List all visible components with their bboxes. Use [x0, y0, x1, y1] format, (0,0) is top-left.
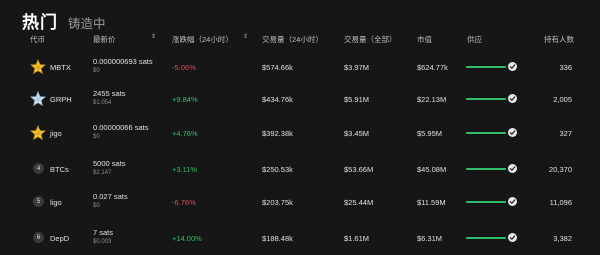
- token-volume-all: $3.45M: [344, 129, 370, 138]
- token-name[interactable]: ligo: [50, 198, 62, 207]
- token-change: +14.00%: [172, 234, 202, 243]
- tab-minting[interactable]: 铸造中: [68, 13, 106, 32]
- token-holders: 336: [559, 63, 572, 72]
- supply-progress-bar: [466, 201, 506, 203]
- token-holders: 2,005: [553, 95, 572, 104]
- token-change: -5.06%: [172, 63, 196, 72]
- token-price: 0.00000066 sats: [93, 123, 149, 132]
- token-volume-all: $53.66M: [344, 165, 374, 174]
- token-holders: 3,382: [553, 234, 572, 243]
- token-volume-24h: $250.53k: [262, 165, 293, 174]
- tab-bar: 热门 铸造中: [22, 8, 106, 33]
- table-row[interactable]: 4 BTCs 5000 sats $2.147 +3.11% $250.53k $53.66…: [0, 154, 600, 184]
- token-market-cap: $45.08M: [417, 165, 447, 174]
- header-holders[interactable]: 持有人数: [544, 34, 574, 45]
- rank-badge: 5: [33, 196, 44, 207]
- tab-hot[interactable]: 热门: [22, 8, 58, 33]
- supply-progress-bar: [466, 237, 506, 239]
- header-volume-all[interactable]: 交易量（全部）: [344, 34, 397, 45]
- header-volume-24h[interactable]: 交易量（24小时）: [262, 34, 323, 45]
- token-market-cap: $6.31M: [417, 234, 443, 243]
- token-change: +4.76%: [172, 129, 198, 138]
- check-icon: [508, 62, 517, 71]
- token-price: 7 sats: [93, 228, 114, 237]
- token-price-usd: $0: [93, 134, 100, 140]
- check-icon: [508, 197, 517, 206]
- token-holders: 20,370: [549, 165, 572, 174]
- token-volume-all: $3.97M: [344, 63, 370, 72]
- token-volume-24h: $188.48k: [262, 234, 293, 243]
- token-price: 2455 sats: [93, 89, 126, 98]
- token-name[interactable]: jigo: [50, 129, 62, 138]
- table-header: 代币 最新价 ⇕ 涨跌幅（24小时） ⇕ 交易量（24小时） 交易量（全部） 市…: [0, 34, 600, 48]
- token-price-usd: $0: [93, 68, 100, 74]
- check-icon: [508, 164, 517, 173]
- star-coin-blue-icon: [30, 91, 46, 107]
- token-market-cap: $624.77k: [417, 63, 448, 72]
- header-price[interactable]: 最新价: [93, 34, 116, 45]
- supply-progress-bar: [466, 98, 506, 100]
- star-coin-gold-icon: [30, 59, 46, 75]
- check-icon: [508, 94, 517, 103]
- token-price-usd: $1.054: [93, 100, 112, 106]
- token-holders: 11,096: [549, 198, 572, 207]
- token-volume-all: $5.91M: [344, 95, 370, 104]
- supply-progress-bar: [466, 168, 506, 170]
- header-supply[interactable]: 供应: [467, 34, 482, 45]
- header-token: 代币: [30, 35, 45, 44]
- rank-badge: 4: [33, 163, 44, 174]
- token-price: 0.027 sats: [93, 192, 128, 201]
- token-name[interactable]: BTCs: [50, 165, 69, 174]
- check-icon: [508, 128, 517, 137]
- token-market-cap: $5.95M: [417, 129, 443, 138]
- token-holders: 327: [559, 129, 572, 138]
- token-volume-24h: $434.76k: [262, 95, 293, 104]
- header-change[interactable]: 涨跌幅（24小时）: [172, 34, 233, 45]
- token-price-usd: $0.003: [93, 239, 112, 245]
- supply-progress-bar: [466, 132, 506, 134]
- token-volume-24h: $392.38k: [262, 129, 293, 138]
- token-market-cap: $11.59M: [417, 198, 446, 207]
- token-market-cap: $22.13M: [417, 95, 447, 104]
- table-row[interactable]: 6 DepD 7 sats $0.003 +14.00% $188.48k $1.61M $6…: [0, 223, 600, 253]
- sort-change-icon[interactable]: ⇕: [243, 34, 248, 40]
- token-change: -6.76%: [172, 198, 196, 207]
- token-change: +3.11%: [172, 165, 198, 174]
- token-name[interactable]: MBTX: [50, 63, 71, 72]
- token-volume-all: $25.44M: [344, 198, 374, 207]
- token-price-usd: $0: [93, 203, 100, 209]
- header-market-cap[interactable]: 市值: [417, 34, 432, 45]
- table-row[interactable]: GRPH 2455 sats $1.054 +9.84% $434.76k $5.91M $…: [0, 84, 600, 114]
- token-volume-24h: $203.75k: [262, 198, 293, 207]
- table-row[interactable]: MBTX 0.000000693 sats $0 -5.06% $574.66k $3.9…: [0, 52, 600, 82]
- token-change: +9.84%: [172, 95, 198, 104]
- supply-progress-bar: [466, 66, 506, 68]
- sort-price-icon[interactable]: ⇕: [151, 34, 156, 40]
- token-price-usd: $2.147: [93, 170, 112, 176]
- token-volume-all: $1.61M: [344, 234, 370, 243]
- rank-badge: 6: [33, 232, 44, 243]
- table-row[interactable]: 5 ligo 0.027 sats $0 -6.76% $203.75k $25.44M $1…: [0, 187, 600, 217]
- check-icon: [508, 233, 517, 242]
- table-row[interactable]: jigo 0.00000066 sats $0 +4.76% $392.38k $3.45…: [0, 118, 600, 148]
- token-price: 5000 sats: [93, 159, 126, 168]
- token-name[interactable]: DepD: [50, 234, 69, 243]
- token-volume-24h: $574.66k: [262, 63, 293, 72]
- star-coin-gold-icon: [30, 125, 46, 141]
- token-price: 0.000000693 sats: [93, 57, 153, 66]
- token-name[interactable]: GRPH: [50, 95, 72, 104]
